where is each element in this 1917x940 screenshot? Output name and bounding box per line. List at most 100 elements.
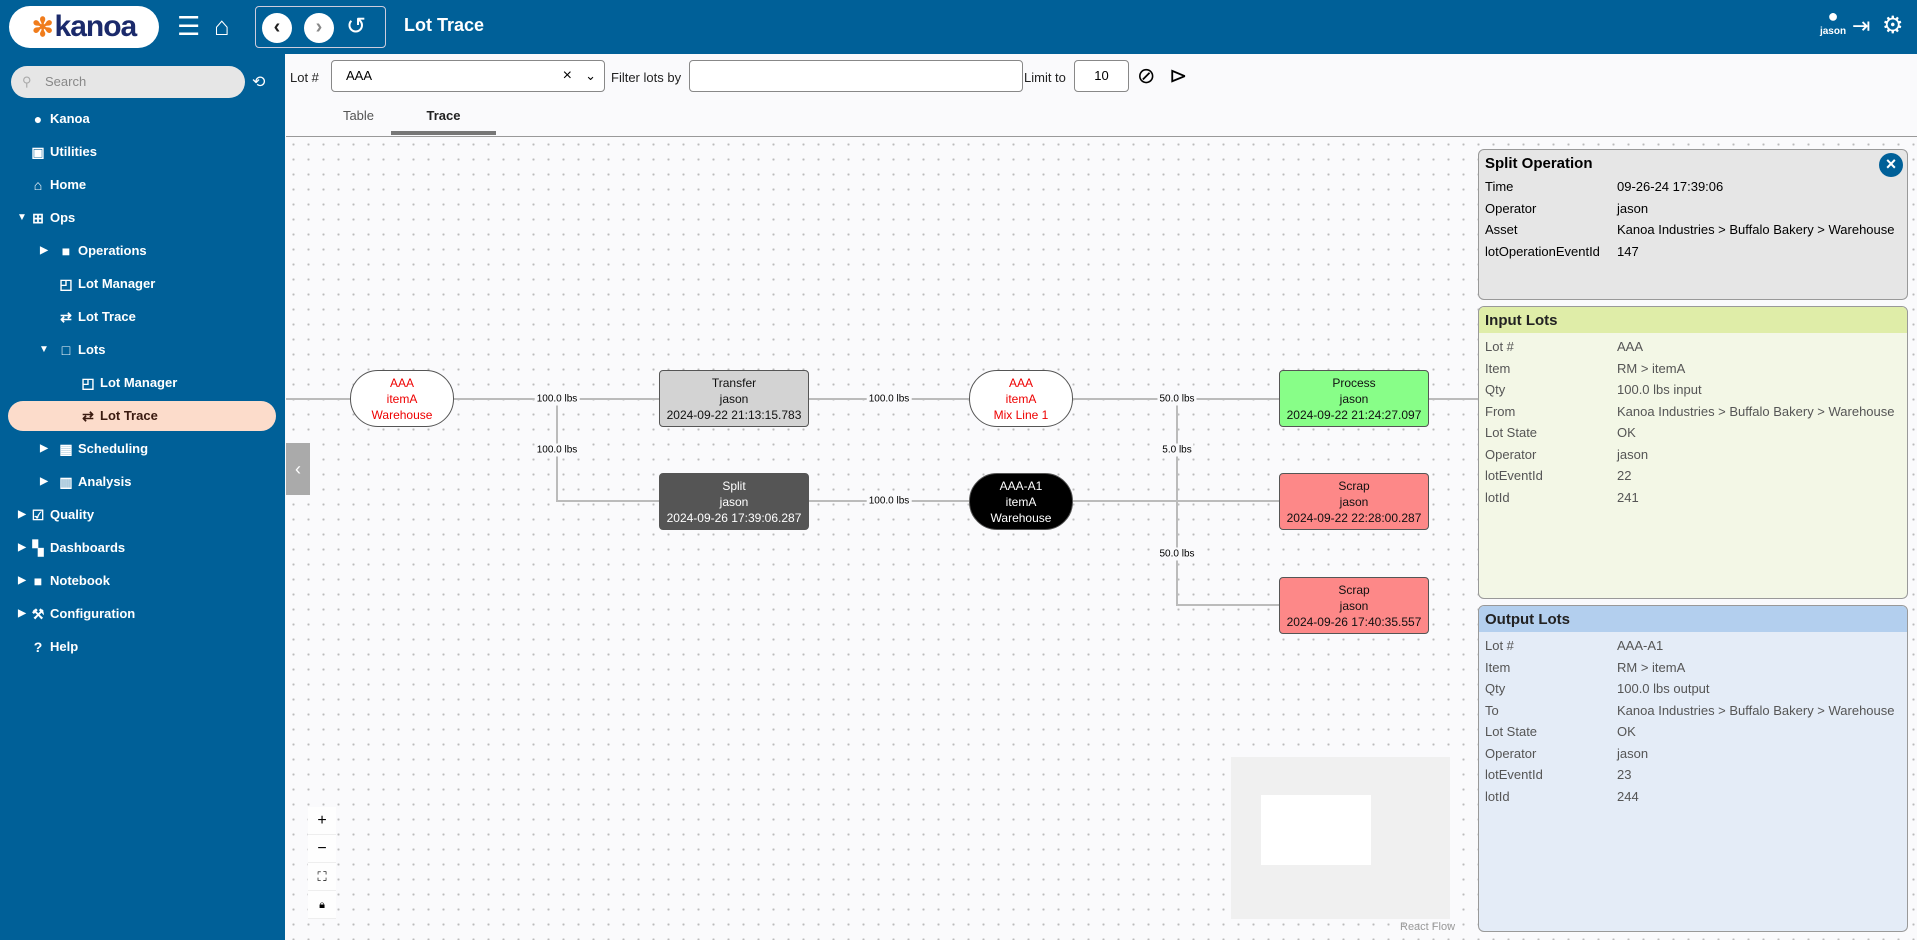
sidebar-item-lot-trace[interactable]: ⇄ Lot Trace: [0, 302, 285, 332]
detail-value: 09-26-24 17:39:06: [1617, 179, 1724, 194]
caret-right-icon[interactable]: ▶: [16, 599, 28, 629]
sidebar-item-kanoa[interactable]: ● Kanoa: [0, 104, 285, 134]
sidebar-item-configuration[interactable]: ▶ ⚒ Configuration: [0, 599, 285, 629]
sidebar-item-home[interactable]: ⌂ Home: [0, 170, 285, 200]
chevron-down-icon[interactable]: ⌄: [585, 61, 596, 91]
kanoa-logo[interactable]: ✻ kanoa: [9, 6, 159, 48]
sidebar-item-label: Analysis: [78, 474, 132, 489]
sidebar-item-analysis[interactable]: ▶ ▥ Analysis: [0, 467, 285, 497]
caret-right-icon[interactable]: ▶: [16, 533, 28, 563]
sidebar-item-notebook[interactable]: ▶ ■ Notebook: [0, 566, 285, 596]
logout-icon[interactable]: ⇥: [1852, 10, 1870, 42]
edge-label: 5.0 lbs: [1160, 443, 1194, 457]
run-icon[interactable]: ⊳: [1169, 63, 1187, 89]
lot-select[interactable]: AAA × ⌄: [331, 60, 605, 92]
caret-right-icon[interactable]: ▶: [38, 467, 50, 497]
limit-input[interactable]: 10: [1074, 60, 1129, 92]
clear-icon[interactable]: ×: [563, 61, 572, 91]
node-text: Mix Line 1: [993, 407, 1049, 422]
lot-node[interactable]: AAA itemA Mix Line 1: [969, 370, 1073, 427]
hamburger-menu-icon[interactable]: ☰: [177, 10, 200, 42]
operation-node[interactable]: Scrap jason 2024-09-22 22:28:00.287: [1279, 473, 1429, 530]
sidebar-item-label: Notebook: [50, 573, 110, 588]
sidebar-item-utilities[interactable]: ▣ Utilities: [0, 137, 285, 167]
zoom-out-button[interactable]: −: [308, 835, 336, 863]
detail-key: Lot #: [1485, 638, 1514, 653]
collapse-sidebar-button[interactable]: ‹: [286, 443, 310, 495]
sidebar-item-lots[interactable]: ▼ □ Lots: [0, 335, 285, 365]
kanoa-icon: ●: [33, 111, 43, 127]
detail-value: jason: [1617, 745, 1649, 761]
detail-key: Asset: [1485, 222, 1518, 237]
filter-label: Filter lots by: [611, 70, 682, 85]
operation-node[interactable]: Process jason 2024-09-22 21:24:27.097: [1279, 370, 1429, 427]
home-icon[interactable]: ⌂: [214, 10, 230, 42]
detail-value: 100.0 lbs output: [1617, 681, 1710, 696]
sidebar-item-label: Scheduling: [78, 441, 149, 456]
node-text: Warehouse: [990, 510, 1052, 525]
sidebar-item-ops[interactable]: ▼ ⊞ Ops: [0, 203, 285, 233]
tab-trace[interactable]: Trace: [391, 104, 496, 135]
utilities-icon: ▣: [31, 144, 45, 160]
lock-icon[interactable]: 🔒︎: [308, 891, 336, 919]
caret-down-icon[interactable]: ▼: [38, 335, 50, 365]
sidebar-item-label: Lots: [78, 342, 106, 357]
zoom-in-button[interactable]: +: [308, 807, 336, 835]
detail-row: lotEventId 22: [1479, 465, 1907, 487]
sidebar-item-help[interactable]: ? Help: [0, 632, 285, 662]
forward-button[interactable]: ›: [304, 13, 334, 43]
cancel-icon[interactable]: ⊘: [1137, 63, 1155, 89]
user-menu[interactable]: ● jason: [1818, 6, 1848, 37]
sidebar-item-label: Lot Trace: [100, 408, 158, 423]
history-icon[interactable]: ↺: [346, 11, 366, 43]
search-input[interactable]: ⚲ Search: [11, 66, 245, 98]
detail-key: lotEventId: [1485, 468, 1543, 483]
operation-node[interactable]: Split jason 2024-09-26 17:39:06.287: [659, 473, 809, 530]
close-icon[interactable]: ×: [1879, 153, 1903, 177]
node-text: jason: [1339, 598, 1369, 613]
sidebar-item-operations[interactable]: ▶ ■ Operations: [0, 236, 285, 266]
sidebar-item-quality[interactable]: ▶ ☑ Quality: [0, 500, 285, 530]
history-nav: ‹ › ↺: [255, 6, 386, 48]
sidebar-item-scheduling[interactable]: ▶ ▦ Scheduling: [0, 434, 285, 464]
sidebar-item-lot-manager[interactable]: ◰ Lot Manager: [0, 269, 285, 299]
detail-row: From Kanoa Industries > Buffalo Bakery > …: [1479, 401, 1907, 423]
detail-row: Operator jason: [1479, 444, 1907, 466]
detail-value: AAA-A1: [1617, 638, 1664, 653]
attribution[interactable]: React Flow: [1400, 921, 1455, 933]
lot-trace-icon: ⇄: [82, 408, 94, 424]
operation-node[interactable]: Scrap jason 2024-09-26 17:40:35.557: [1279, 577, 1429, 634]
toolbar: Lot # AAA × ⌄ Filter lots by Limit to 10…: [286, 54, 1917, 137]
fit-view-button[interactable]: ⛶: [308, 863, 336, 891]
minimap[interactable]: [1231, 757, 1450, 919]
detail-key: lotEventId: [1485, 767, 1543, 782]
caret-down-icon[interactable]: ▼: [16, 203, 28, 233]
quality-icon: ☑: [31, 507, 45, 523]
node-text: Warehouse: [371, 407, 433, 422]
caret-right-icon[interactable]: ▶: [38, 236, 50, 266]
operation-node[interactable]: Transfer jason 2024-09-22 21:13:15.783: [659, 370, 809, 427]
detail-key: lotId: [1485, 788, 1510, 804]
filter-input[interactable]: [689, 60, 1023, 92]
node-text: 2024-09-22 21:24:27.097: [1286, 407, 1422, 422]
sidebar-item-lot-manager[interactable]: ◰ Lot Manager: [0, 368, 285, 398]
detail-value: 241: [1617, 489, 1639, 505]
detail-row: Lot # AAA-A1: [1479, 635, 1907, 657]
square-icon: □: [61, 342, 71, 358]
detail-row: Lot State OK: [1479, 721, 1907, 743]
back-button[interactable]: ‹: [262, 13, 292, 43]
caret-right-icon[interactable]: ▶: [16, 500, 28, 530]
sidebar-item-dashboards[interactable]: ▶ ▚ Dashboards: [0, 533, 285, 563]
detail-value: AAA: [1617, 339, 1644, 354]
lot-node[interactable]: AAA-A1 itemA Warehouse: [969, 473, 1073, 530]
minimap-viewport[interactable]: [1261, 795, 1371, 865]
refresh-icon[interactable]: ⟲: [252, 72, 265, 92]
sidebar-item-lot-trace[interactable]: ⇄ Lot Trace: [8, 401, 276, 431]
detail-row: lotOperationEventId 147: [1479, 241, 1907, 263]
node-text: Process: [1332, 375, 1376, 390]
gear-icon[interactable]: ⚙: [1882, 10, 1904, 42]
lot-node[interactable]: AAA itemA Warehouse: [350, 370, 454, 427]
caret-right-icon[interactable]: ▶: [38, 434, 50, 464]
edge-label: 50.0 lbs: [1157, 547, 1197, 561]
caret-right-icon[interactable]: ▶: [16, 566, 28, 596]
